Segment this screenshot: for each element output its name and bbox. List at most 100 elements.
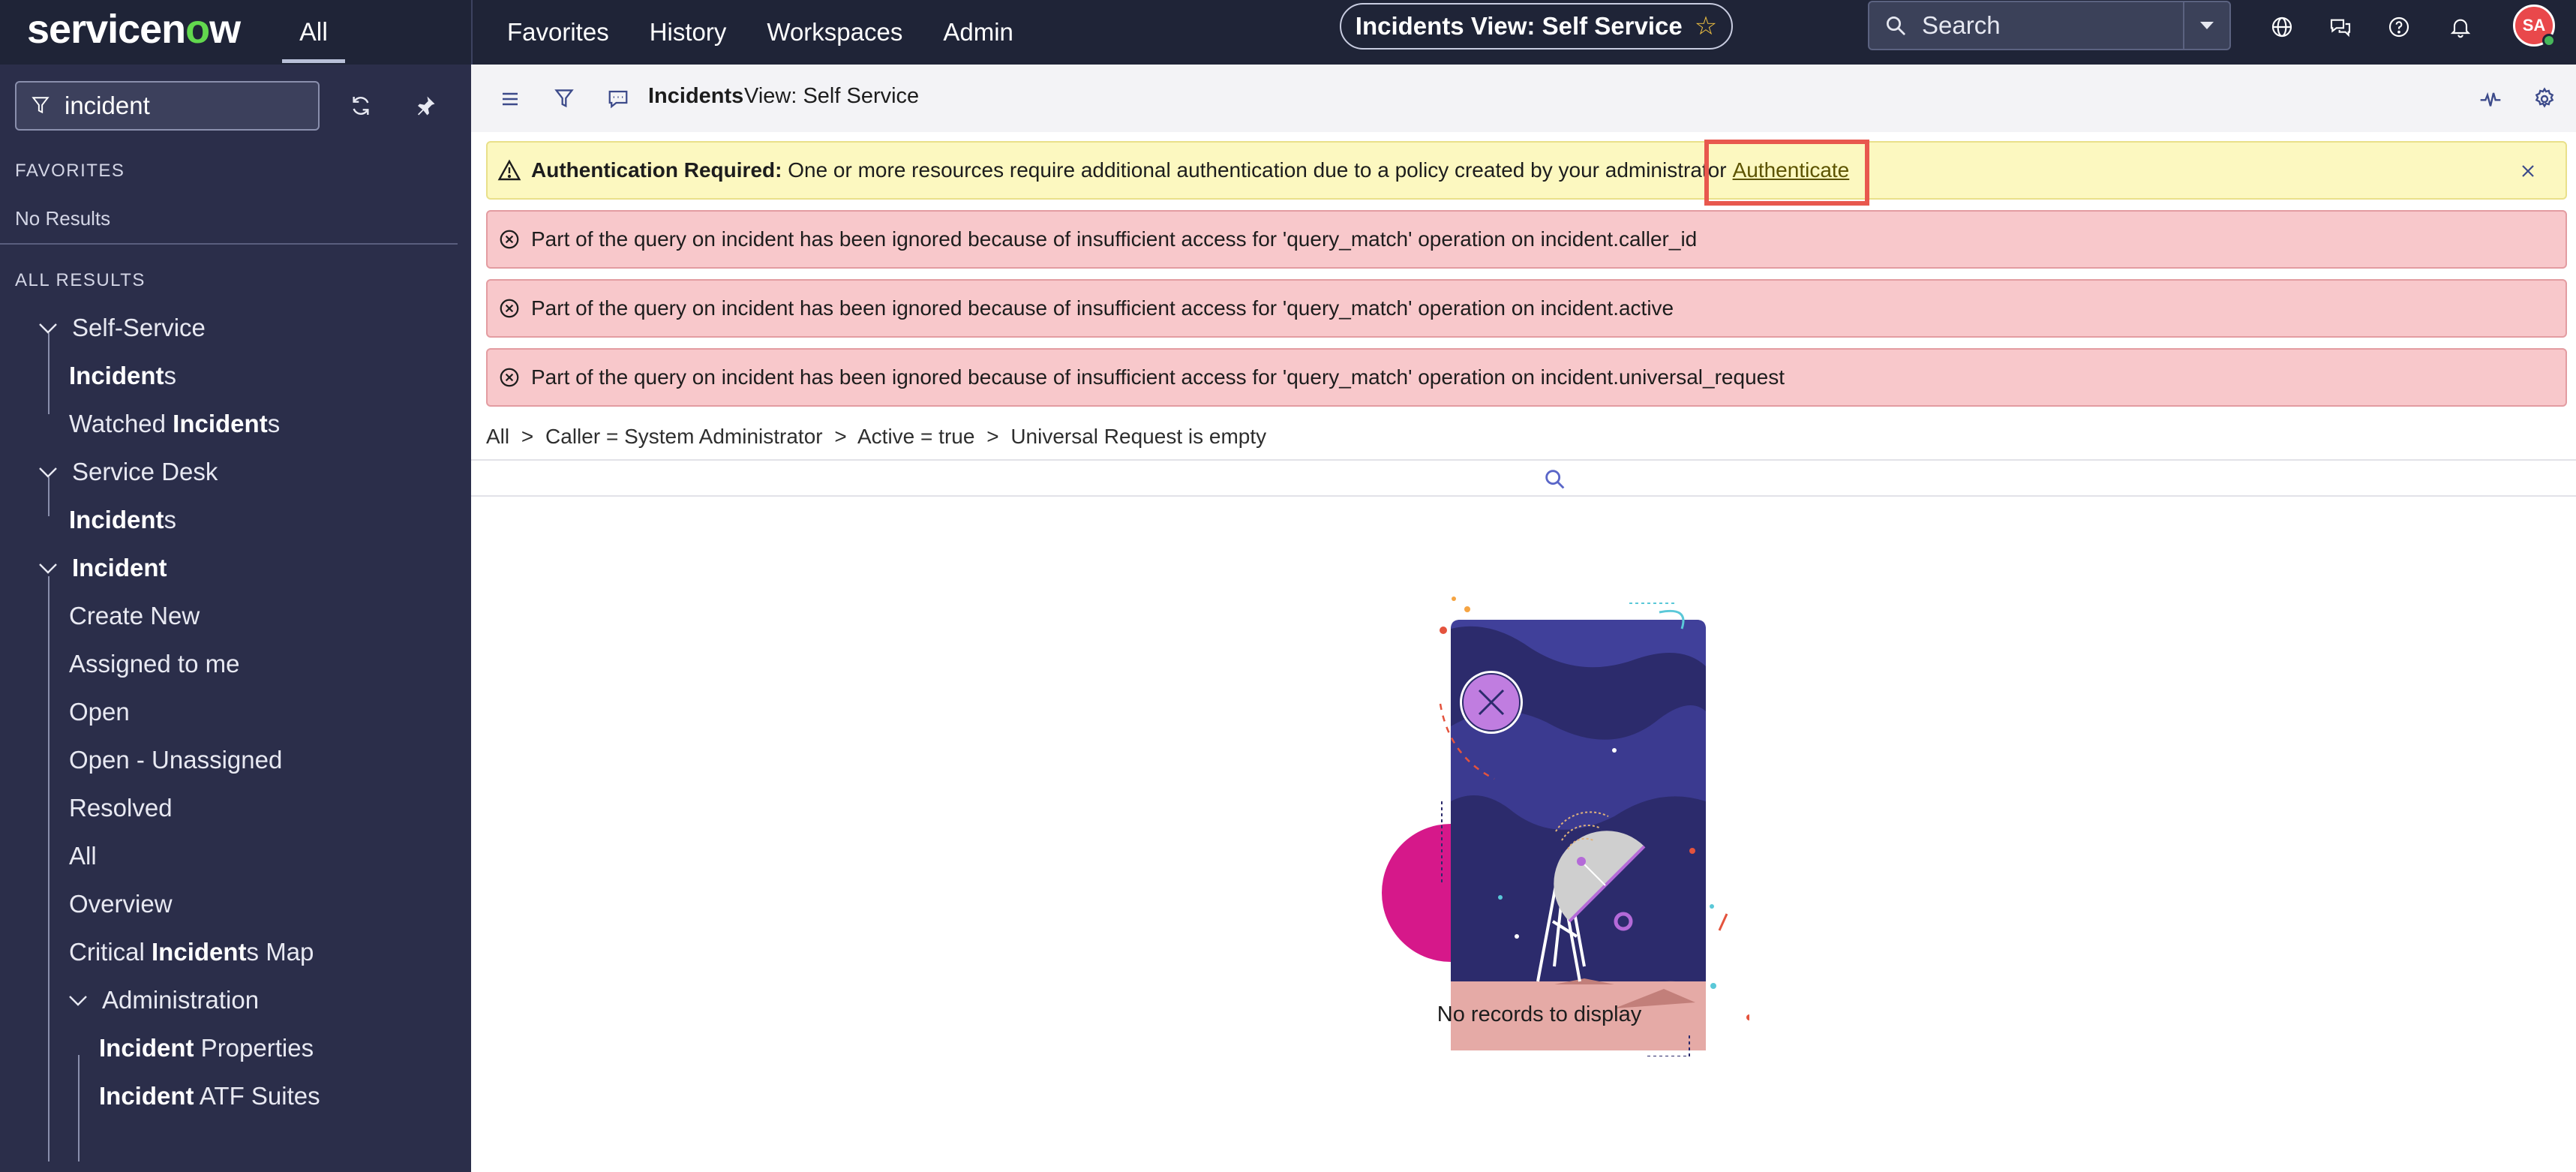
tab-all[interactable]: All (282, 0, 345, 65)
nav-admin[interactable]: Admin (943, 18, 1013, 47)
error-circle-icon (488, 297, 531, 320)
sidebar-divider (0, 243, 458, 245)
nav-item-suffix: s (164, 506, 177, 533)
nav-workspaces[interactable]: Workspaces (767, 18, 902, 47)
auth-warning-banner: Authentication Required: One or more res… (486, 141, 2567, 200)
error-circle-icon (488, 366, 531, 389)
nav-item-incident-properties[interactable]: Incident Properties (99, 1034, 314, 1062)
nav-item-self-service-incidents[interactable]: Incidents (69, 362, 176, 390)
filter-icon[interactable] (549, 84, 579, 114)
no-records-illustration (1382, 597, 1749, 1056)
conversation-icon[interactable] (603, 84, 633, 114)
search-scope-dropdown[interactable] (2183, 2, 2229, 49)
list-title: Incidents (648, 84, 744, 108)
all-results-section-label: ALL RESULTS (15, 270, 146, 290)
nav-item-match: Incident (152, 938, 247, 966)
nav-item-match: Incident (173, 410, 268, 437)
breadcrumb-separator: > (986, 425, 999, 448)
chevron-down-icon[interactable] (35, 459, 62, 486)
nav-item-watched-incidents[interactable]: Watched Incidents (69, 410, 280, 438)
refresh-icon[interactable] (344, 89, 378, 123)
nav-item-resolved[interactable]: Resolved (69, 794, 173, 822)
query-error-text: Part of the query on incident has been i… (531, 227, 1698, 251)
breadcrumb-all[interactable]: All (486, 425, 509, 448)
activity-pulse-icon[interactable] (2475, 84, 2505, 114)
nav-item-all[interactable]: All (69, 842, 97, 870)
nav-group-incident[interactable]: Incident (72, 554, 167, 582)
page-title: Incidents View: Self Service (1355, 12, 1683, 40)
no-records-message: No records to display (1437, 1002, 1642, 1026)
nav-item-assigned-to-me[interactable]: Assigned to me (69, 650, 239, 678)
nav-item-suffix: ATF Suites (194, 1082, 320, 1110)
authenticate-highlight-box (1704, 140, 1869, 206)
search-icon (1869, 14, 1922, 37)
query-error-text: Part of the query on incident has been i… (531, 365, 1785, 389)
warning-triangle-icon (488, 159, 531, 182)
error-circle-icon (488, 228, 531, 251)
breadcrumb-universal-request[interactable]: Universal Request is empty (1010, 425, 1266, 448)
star-icon[interactable]: ☆ (1695, 11, 1717, 41)
auth-warning-text: Authentication Required: One or more res… (531, 158, 1727, 182)
menu-icon[interactable] (495, 84, 525, 114)
nav-history[interactable]: History (650, 18, 727, 47)
nav-item-suffix: s Map (246, 938, 314, 966)
nav-group-self-service[interactable]: Self-Service (72, 314, 206, 342)
chevron-down-icon[interactable] (35, 315, 62, 342)
nav-item-critical-incidents-map[interactable]: Critical Incidents Map (69, 938, 314, 966)
chevron-down-icon[interactable] (35, 555, 62, 582)
presence-indicator (2542, 34, 2556, 47)
auth-warning-message: One or more resources require additional… (782, 158, 1727, 182)
divider (471, 495, 2576, 497)
globe-icon[interactable] (2267, 12, 2297, 42)
navigator-filter[interactable]: incident (15, 81, 320, 131)
top-navigation-bar: servicenow All Favorites History Workspa… (0, 0, 2576, 65)
nav-item-open[interactable]: Open (69, 698, 130, 726)
nav-item-prefix: Critical (69, 938, 152, 966)
breadcrumb-caller[interactable]: Caller = System Administrator (545, 425, 823, 448)
favorites-section-label: FAVORITES (15, 161, 125, 181)
favorites-empty-text: No Results (15, 207, 111, 230)
query-error-banner: Part of the query on incident has been i… (486, 210, 2567, 269)
nav-group-administration[interactable]: Administration (102, 986, 259, 1014)
navigator-filter-input[interactable]: incident (65, 92, 150, 120)
filter-breadcrumb: All > Caller = System Administrator > Ac… (486, 425, 1272, 449)
column-search-icon[interactable] (1542, 467, 1568, 492)
nav-item-match: Incident (69, 362, 164, 389)
help-icon[interactable] (2384, 12, 2414, 42)
nav-item-open-unassigned[interactable]: Open - Unassigned (69, 746, 282, 774)
main-content: Incidents View: Self Service Authenticat… (471, 65, 2576, 1172)
chevron-down-icon[interactable] (65, 987, 92, 1014)
nav-item-incident-atf-suites[interactable]: Incident ATF Suites (99, 1082, 320, 1110)
nav-group-service-desk[interactable]: Service Desk (72, 458, 218, 486)
nav-item-overview[interactable]: Overview (69, 890, 173, 918)
gear-icon[interactable] (2529, 84, 2559, 114)
global-search[interactable]: Search (1868, 1, 2231, 50)
nav-item-create-new[interactable]: Create New (69, 602, 200, 630)
tree-guide-line (48, 333, 50, 414)
list-view-name: View: Self Service (744, 84, 920, 108)
topbar-divider (471, 0, 473, 65)
breadcrumb-separator: > (521, 425, 534, 448)
servicenow-logo[interactable]: servicenow (27, 6, 241, 53)
breadcrumb-active[interactable]: Active = true (857, 425, 974, 448)
nav-item-match: Incident (99, 1034, 194, 1062)
main-nav: Favorites History Workspaces Admin (507, 0, 1013, 65)
close-icon[interactable] (2514, 158, 2541, 185)
chat-icon[interactable] (2325, 12, 2355, 42)
pin-icon[interactable] (408, 89, 443, 123)
nav-item-match: Incident (69, 506, 164, 533)
nav-item-match: Incident (99, 1082, 194, 1110)
nav-favorites[interactable]: Favorites (507, 18, 609, 47)
tree-guide-line (78, 1055, 80, 1161)
nav-item-suffix: Properties (194, 1034, 314, 1062)
user-avatar[interactable]: SA (2513, 5, 2556, 47)
divider (471, 459, 2576, 461)
bell-icon[interactable] (2445, 12, 2475, 42)
search-input[interactable]: Search (1922, 11, 2183, 40)
filter-icon (17, 95, 65, 116)
page-title-pill[interactable]: Incidents View: Self Service ☆ (1340, 3, 1733, 50)
query-error-banner: Part of the query on incident has been i… (486, 348, 2567, 407)
nav-item-suffix: s (164, 362, 177, 389)
nav-item-service-desk-incidents[interactable]: Incidents (69, 506, 176, 534)
list-toolbar: Incidents View: Self Service (471, 65, 2576, 132)
